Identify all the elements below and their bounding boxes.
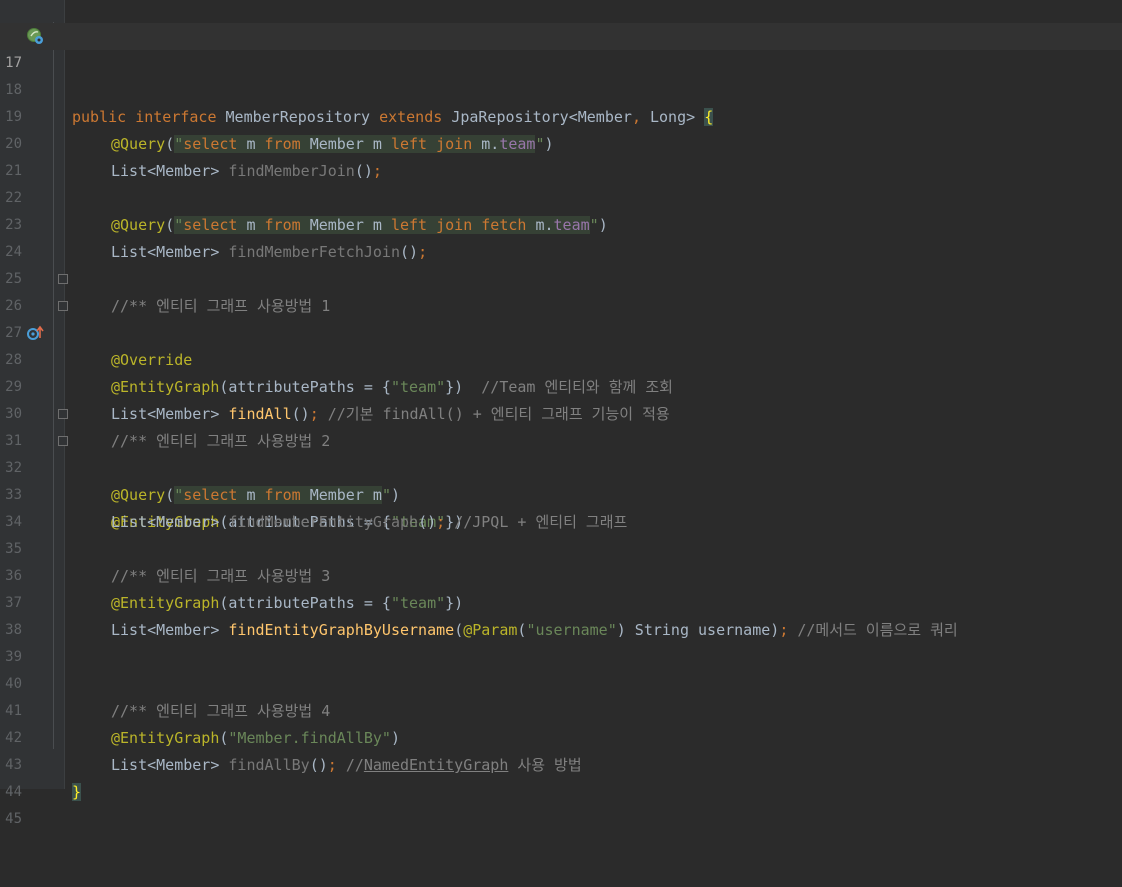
code-line-35: 35 //** 엔티티 그래프 사용방법 3 (0, 509, 1122, 585)
code-line-36: 36 @EntityGraph(attributePaths = {"team"… (0, 536, 1122, 612)
code-line-30: 30 //** 엔티티 그래프 사용방법 2 (0, 374, 1122, 450)
code-line-26: 26 @Override (0, 266, 1122, 369)
code-line-18: 18 (0, 50, 1122, 98)
code-line-42: 42 List<Member> findAllBy(); //NamedEnti… (0, 698, 1122, 774)
code-line-32: 32 @EntityGraph(attributePaths = {"team"… (0, 428, 1122, 531)
code-line-19: 19 @Query("select m from Member m left j… (0, 77, 1122, 153)
fold-end-icon[interactable] (58, 436, 68, 446)
code-line-37: 37 List<Member> findEntityGraphByUsernam… (0, 563, 1122, 639)
code-line-17: 17 public interface MemberRepository ext… (0, 23, 1122, 126)
code-line-23: 23 List<Member> findMemberFetchJoin(); (0, 185, 1122, 261)
code-line-33: 33 List<Member> findMemberEntityGraph();… (0, 455, 1122, 531)
code-line-39: 39 (0, 617, 1122, 665)
code-line-16: 16 (0, 0, 1122, 44)
code-line-41: 41 @EntityGraph("Member.findAllBy") (0, 671, 1122, 747)
code-line-21: 21 (0, 131, 1122, 179)
code-line-22: 22 @Query("select m from Member m left j… (0, 158, 1122, 234)
code-editor[interactable]: 16 17 public interface MemberRepository … (0, 0, 1122, 827)
code-line-38: 38 (0, 590, 1122, 638)
code-lines: 16 17 public interface MemberRepository … (0, 0, 1122, 827)
fold-start-icon[interactable] (58, 274, 68, 284)
code-line-24: 24 (0, 212, 1122, 260)
code-line-29: 29 (0, 347, 1122, 395)
code-line-40: 40 //** 엔티티 그래프 사용방법 4 (0, 644, 1122, 720)
fold-start-icon[interactable] (58, 409, 68, 419)
overrides-method-icon[interactable] (26, 324, 44, 342)
code-line-27: 27 @EntityGraph(attributePaths = {"team"… (0, 293, 1122, 396)
fold-end-icon[interactable] (58, 301, 68, 311)
code-line-28: 28 List<Member> findAll(); //기본 findAll(… (0, 320, 1122, 423)
spring-data-repository-icon[interactable] (26, 27, 44, 45)
code-line-31: 31 @Query("select m from Member m") (0, 401, 1122, 504)
code-line-43: 43 } (0, 725, 1122, 801)
code-line-20: 20 List<Member> findMemberJoin(); (0, 104, 1122, 180)
code-line-34: 34 (0, 482, 1122, 530)
line-number: 45 (5, 811, 22, 827)
code-line-44: 44 (0, 752, 1122, 800)
code-line-45: 45 (0, 779, 1122, 827)
code-line-25: 25 //** 엔티티 그래프 사용방법 1 (0, 239, 1122, 315)
